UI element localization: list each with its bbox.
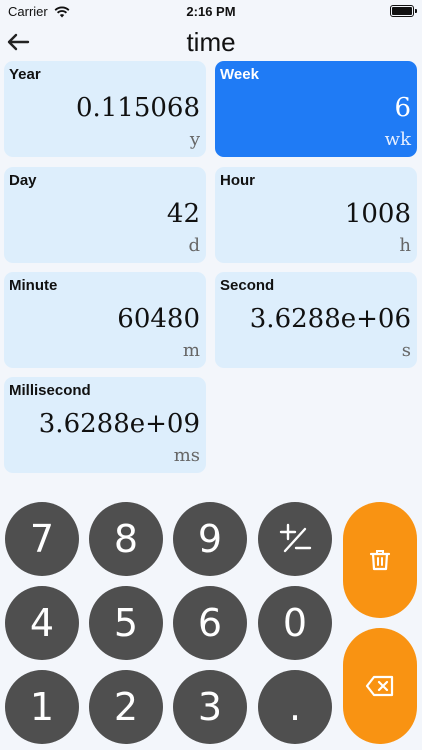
key-0[interactable]: 0 <box>258 586 332 660</box>
card-value: 60480 <box>117 304 200 334</box>
card-unit-abbr: wk <box>384 129 411 150</box>
key-7[interactable]: 7 <box>5 502 79 576</box>
card-millisecond[interactable]: Millisecond 3.6288e+09 ms <box>4 377 206 473</box>
plus-minus-button[interactable] <box>258 502 332 576</box>
card-value: 1008 <box>344 199 411 229</box>
card-unit-abbr: h <box>399 235 411 256</box>
card-value: 0.115068 <box>75 93 200 123</box>
page-title: time <box>186 27 236 57</box>
clear-button[interactable] <box>343 502 417 618</box>
key-2[interactable]: 2 <box>89 670 163 744</box>
trash-icon <box>369 550 391 571</box>
card-label: Week <box>220 66 259 83</box>
card-value: 3.6288e+09 <box>38 409 200 439</box>
card-day[interactable]: Day 42 d <box>4 167 206 263</box>
card-value: 6 <box>394 93 411 123</box>
card-unit-abbr: y <box>189 129 200 150</box>
backspace-icon <box>365 675 394 697</box>
nav-bar: time <box>0 24 422 60</box>
card-label: Minute <box>9 277 58 294</box>
card-hour[interactable]: Hour 1008 h <box>215 167 417 263</box>
card-value: 3.6288e+06 <box>249 304 411 334</box>
backspace-button[interactable] <box>343 628 417 744</box>
card-unit-abbr: ms <box>173 445 200 466</box>
status-bar: Carrier 2:16 PM <box>0 0 422 24</box>
card-minute[interactable]: Minute 60480 m <box>4 272 206 368</box>
card-label: Second <box>220 277 275 294</box>
card-label: Year <box>9 66 41 83</box>
card-unit-abbr: d <box>188 235 200 256</box>
card-year[interactable]: Year 0.115068 y <box>4 61 206 157</box>
card-unit-abbr: m <box>182 340 200 361</box>
key-8[interactable]: 8 <box>89 502 163 576</box>
key-1[interactable]: 1 <box>5 670 79 744</box>
card-label: Hour <box>220 172 255 189</box>
card-unit-abbr: s <box>401 340 411 361</box>
card-week[interactable]: Week 6 wk <box>215 61 417 157</box>
card-label: Millisecond <box>9 382 91 399</box>
key-3[interactable]: 3 <box>173 670 247 744</box>
key-4[interactable]: 4 <box>5 586 79 660</box>
card-second[interactable]: Second 3.6288e+06 s <box>215 272 417 368</box>
card-value: 42 <box>166 199 200 229</box>
key-5[interactable]: 5 <box>89 586 163 660</box>
status-time: 2:16 PM <box>186 4 236 19</box>
plus-minus-icon <box>279 523 312 553</box>
key-decimal[interactable]: . <box>258 670 332 744</box>
key-9[interactable]: 9 <box>173 502 247 576</box>
key-6[interactable]: 6 <box>173 586 247 660</box>
battery-icon <box>390 5 417 17</box>
card-label: Day <box>9 172 37 189</box>
